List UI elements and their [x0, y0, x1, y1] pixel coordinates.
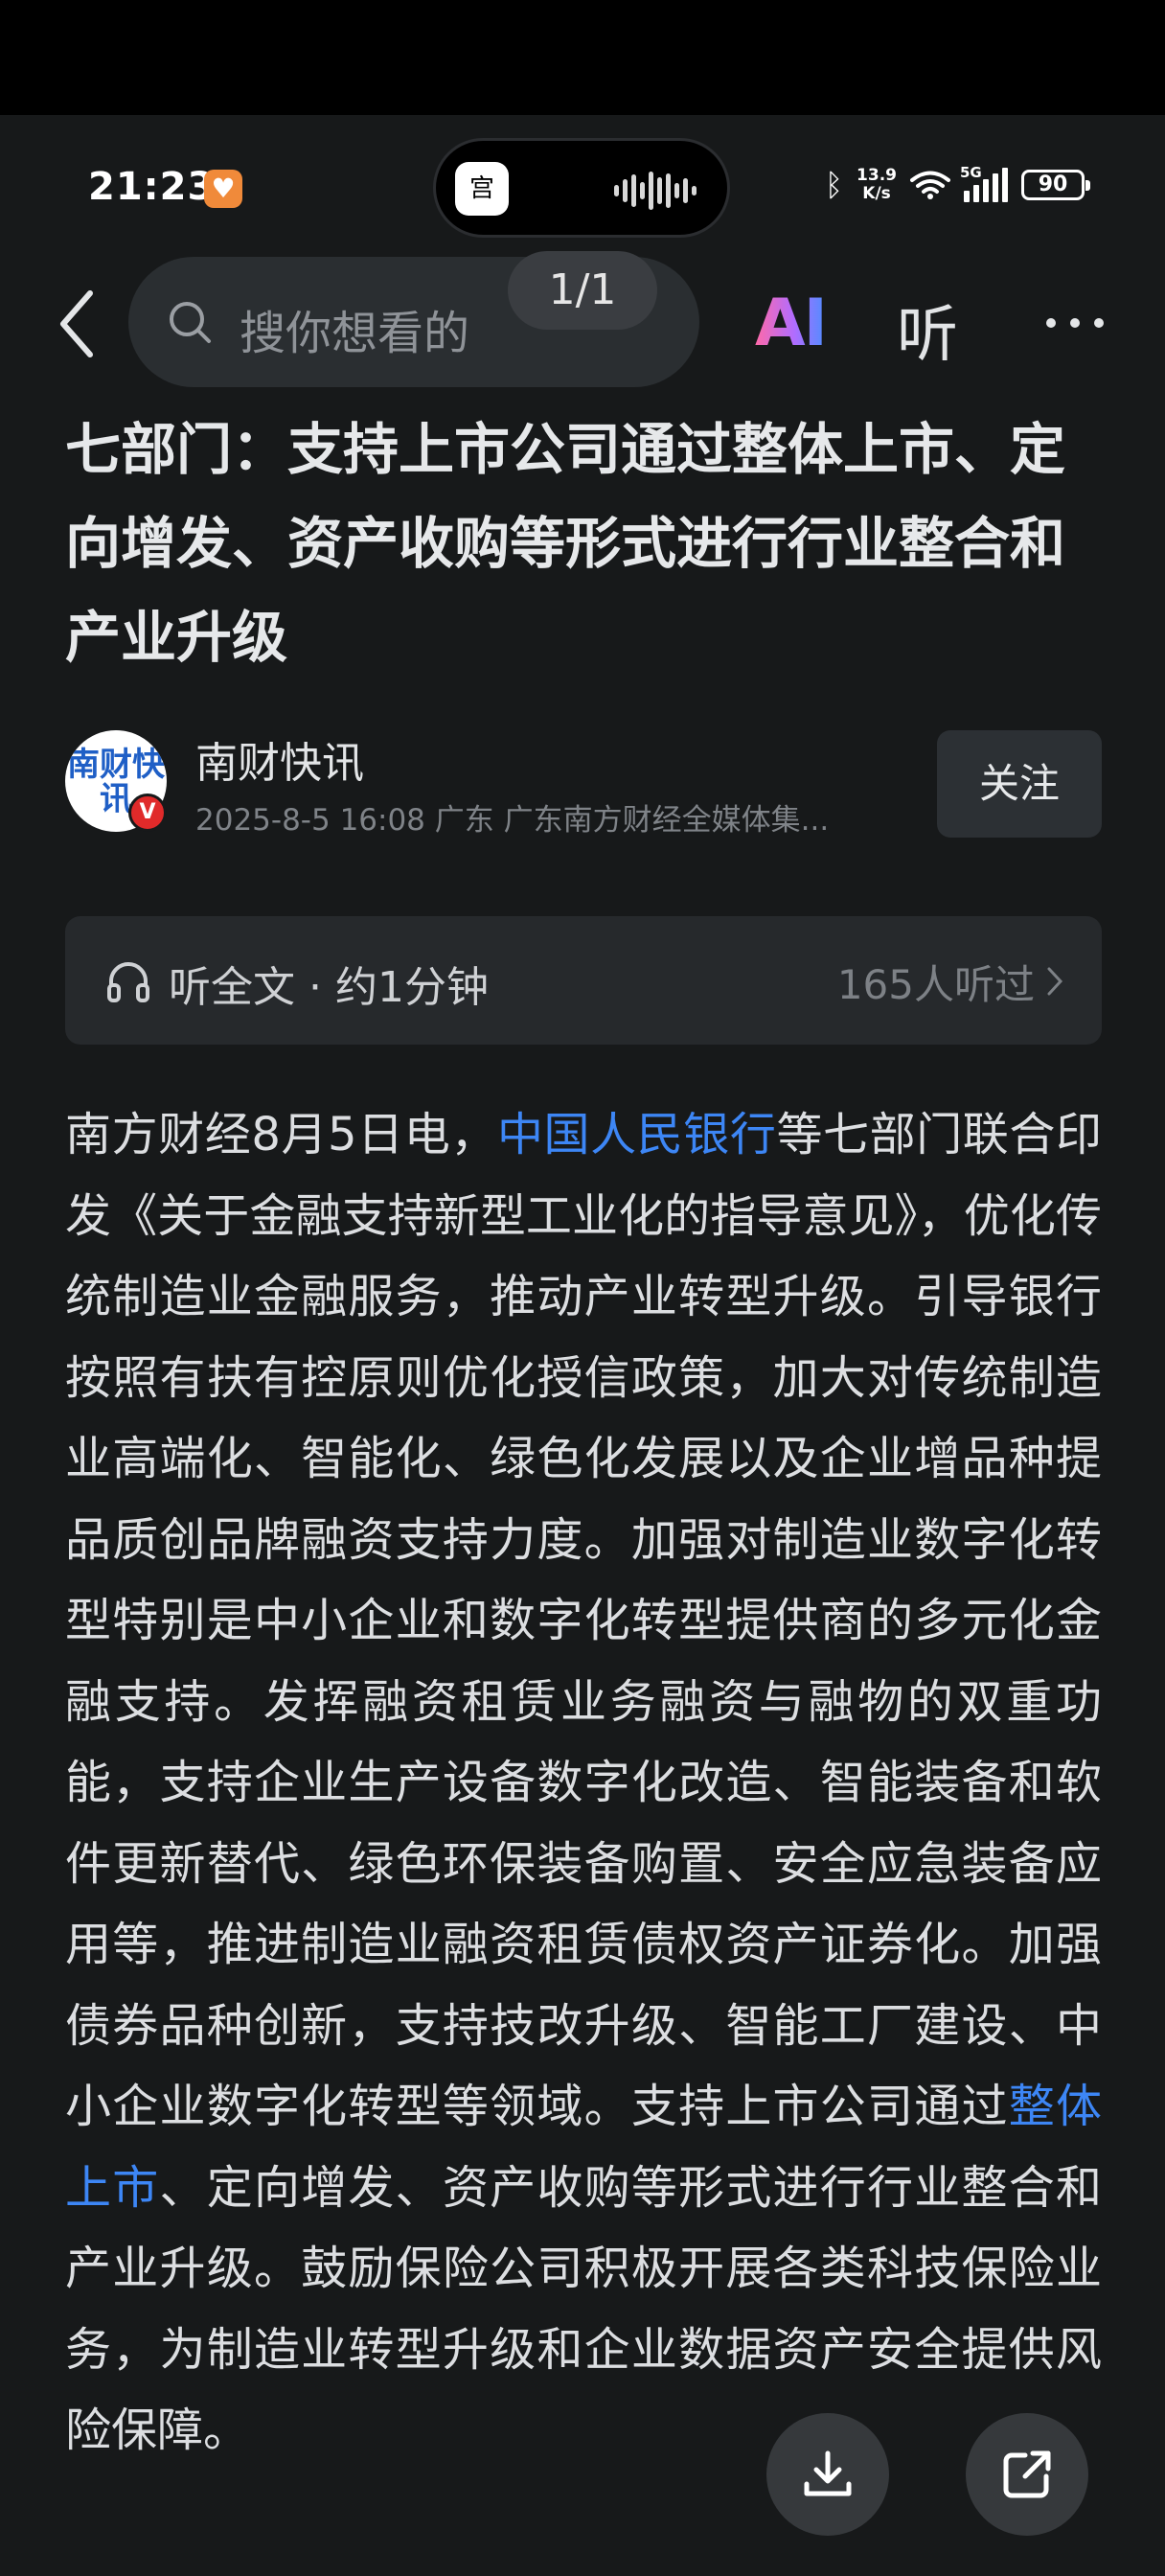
body-text-part: 等七部门联合印发《关于金融支持新型工业化的指导意见》，优化传统制造业金融服务，推…: [65, 1108, 1102, 2133]
listen-label: 听全文 · 约1分钟: [169, 963, 489, 1012]
battery-icon: 90: [1021, 170, 1090, 200]
status-icons: ᛒ 13.9 K/s 5G 90: [824, 164, 1090, 203]
article-body: 南方财经8月5日电，中国人民银行等七部门联合印发《关于金融支持新型工业化的指导意…: [65, 1094, 1102, 2472]
audio-waveform-icon: [614, 170, 700, 212]
article-meta: 2025-8-5 16:08 广东 广东南方财经全媒体集...: [195, 803, 830, 838]
notification-app-icon: ♥: [204, 170, 242, 208]
ai-button[interactable]: AI: [755, 286, 828, 361]
author-name[interactable]: 南财快讯: [195, 728, 364, 790]
verified-icon: V: [128, 794, 167, 832]
status-time: 21:23: [88, 165, 216, 209]
share-icon: [1003, 2450, 1051, 2498]
back-icon[interactable]: [54, 288, 102, 360]
listen-count: 165人听过: [836, 961, 1035, 1008]
dynamic-island[interactable]: 宫: [433, 138, 730, 238]
chevron-right-icon: [1047, 967, 1063, 996]
listen-button[interactable]: 听: [897, 286, 958, 374]
page-indicator: 1/1: [508, 251, 657, 330]
listen-full-text-bar[interactable]: 听全文 · 约1分钟 165人听过: [65, 916, 1102, 1045]
more-icon[interactable]: [1044, 316, 1106, 330]
download-button[interactable]: [766, 2413, 889, 2536]
body-text-part: 南方财经8月5日电，: [65, 1108, 497, 1162]
network-speed: 13.9 K/s: [857, 166, 897, 203]
island-app-icon: 宫: [455, 162, 509, 216]
wifi-icon: [910, 171, 950, 199]
download-icon: [804, 2450, 852, 2496]
cellular-signal-icon: 5G: [960, 164, 1008, 202]
body-text-part: 、定向增发、资产收购等形式进行行业整合和产业升级。鼓励保险公司积极开展各类科技保…: [65, 2160, 1102, 2458]
search-icon: [170, 302, 211, 343]
article-title: 七部门：支持上市公司通过整体上市、定向增发、资产收购等形式进行行业整合和产业升级: [65, 417, 1066, 670]
link-pboc[interactable]: 中国人民银行: [497, 1108, 777, 1162]
bluetooth-icon: ᛒ: [824, 167, 844, 203]
headphone-icon: [107, 962, 149, 1002]
follow-button[interactable]: 关注: [937, 730, 1102, 838]
top-black-bar: [0, 0, 1165, 115]
status-bar: 21:23 ♥ 宫 ᛒ 13.9 K/s 5G 90: [0, 115, 1165, 259]
share-button[interactable]: [966, 2413, 1088, 2536]
search-placeholder: 搜你想看的: [240, 307, 470, 360]
